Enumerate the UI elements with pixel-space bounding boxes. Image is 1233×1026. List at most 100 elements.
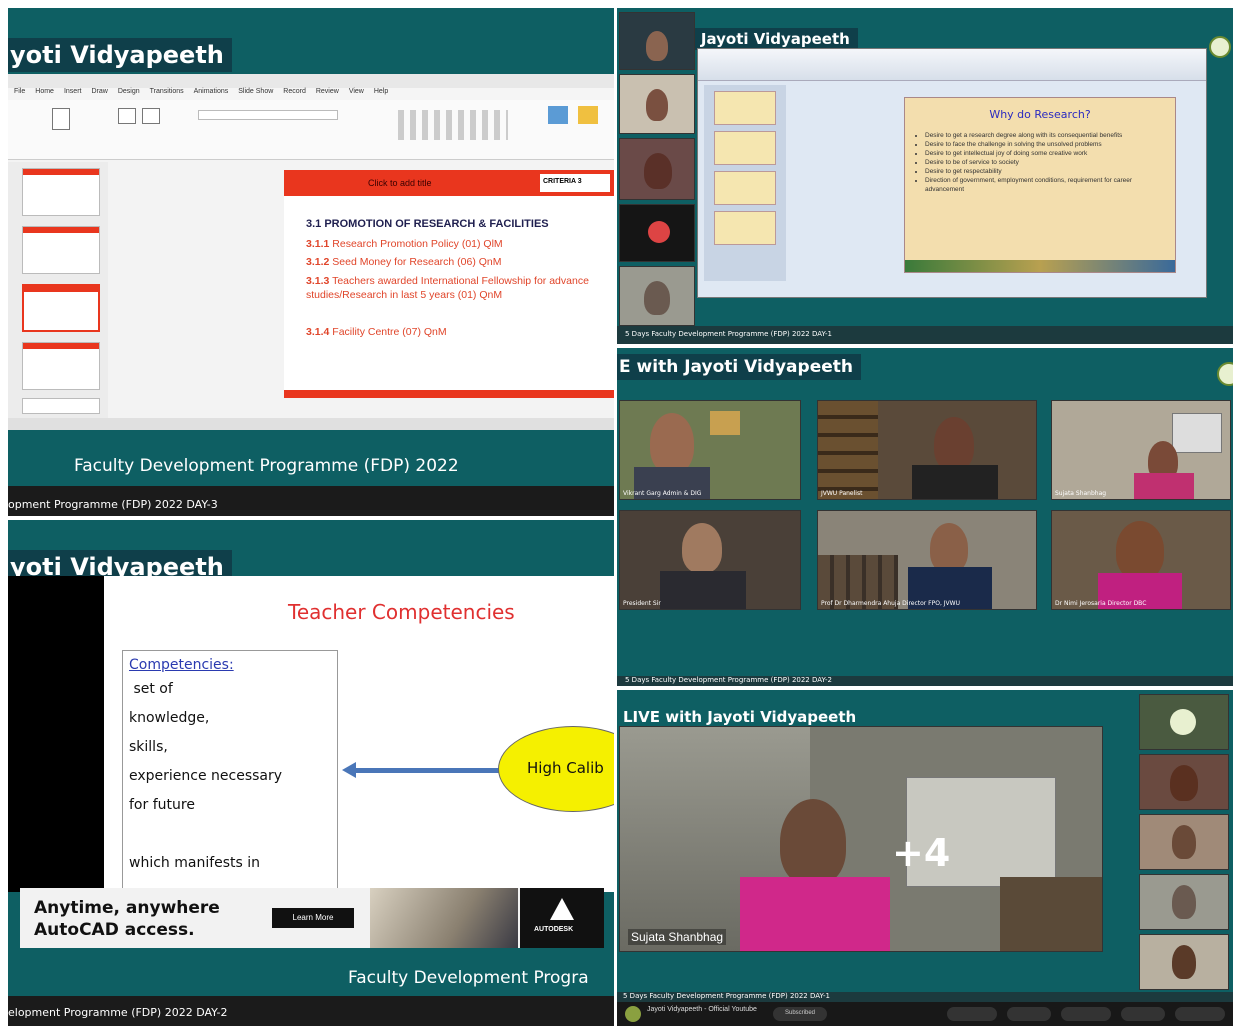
arrange-icon[interactable] bbox=[578, 106, 598, 124]
person-silhouette bbox=[930, 523, 968, 573]
stream-footer: 5 Days Faculty Development Programme (FD… bbox=[617, 676, 1233, 686]
clip-button[interactable] bbox=[1121, 1007, 1165, 1021]
slide-thumbnails bbox=[704, 85, 786, 281]
channel-avatar[interactable] bbox=[625, 1006, 641, 1022]
box-line: which manifests in bbox=[129, 855, 261, 871]
participant-video[interactable]: JVWU Panelist bbox=[817, 400, 1037, 500]
ppt-menu: File Home Insert Draw Design Transitions… bbox=[8, 88, 614, 100]
slide-item: 3.1.4 Facility Centre (07) QnM bbox=[306, 326, 614, 338]
share-button[interactable] bbox=[1007, 1007, 1051, 1021]
slide-black-left bbox=[8, 576, 104, 892]
paste-icon[interactable] bbox=[52, 108, 70, 130]
participant-video[interactable] bbox=[1139, 874, 1229, 930]
slide-thumbnail[interactable] bbox=[714, 91, 776, 125]
participant-name: Prof Dr Dharmendra Ahuja Director FPO, J… bbox=[821, 600, 960, 607]
menu-item[interactable]: Draw bbox=[91, 88, 107, 100]
save-button[interactable] bbox=[1175, 1007, 1225, 1021]
menu-item[interactable]: Home bbox=[35, 88, 54, 100]
menu-item[interactable]: Slide Show bbox=[238, 88, 273, 100]
slide-canvas: Click to add title CRITERIA 3 3.1 PROMOT… bbox=[284, 170, 614, 398]
box-line: for future bbox=[129, 797, 195, 813]
slide-thumbnail[interactable] bbox=[22, 398, 100, 414]
slide-thumbnail[interactable] bbox=[22, 342, 100, 390]
banner-title: LIVE with Jayoti Vidyapeeth bbox=[617, 706, 863, 728]
slide-thumbnail[interactable] bbox=[22, 168, 100, 216]
brand-label: AUTODESK bbox=[534, 926, 574, 933]
participant-video[interactable] bbox=[619, 12, 695, 70]
criteria-logo: CRITERIA 3 bbox=[540, 174, 610, 192]
participant-video[interactable]: President Sir bbox=[619, 510, 801, 610]
participant-video[interactable]: Sujata Shanbhag bbox=[1051, 400, 1231, 500]
item-text: Research Promotion Policy (01) QlM bbox=[332, 238, 503, 250]
participant-video[interactable] bbox=[619, 74, 695, 134]
reuse-slide-icon[interactable] bbox=[142, 108, 160, 124]
callout-bubble: High Calib bbox=[498, 726, 614, 812]
subscribe-button[interactable]: Subscribed bbox=[773, 1007, 827, 1021]
person-silhouette bbox=[646, 31, 668, 61]
wall-decor bbox=[710, 411, 740, 435]
slide-thumbnail[interactable] bbox=[714, 171, 776, 205]
menu-item[interactable]: Review bbox=[316, 88, 339, 100]
arrow-line bbox=[354, 768, 504, 773]
slide-thumbnail[interactable] bbox=[714, 131, 776, 165]
stream-footer: 5 Days Faculty Development Programme (FD… bbox=[617, 326, 1233, 344]
font-box[interactable] bbox=[198, 110, 338, 120]
participant-video[interactable] bbox=[619, 266, 695, 326]
participant-video[interactable]: Prof Dr Dharmendra Ahuja Director FPO, J… bbox=[817, 510, 1037, 610]
download-button[interactable] bbox=[1061, 1007, 1111, 1021]
logo-icon bbox=[1217, 362, 1233, 386]
person-body bbox=[660, 571, 746, 609]
paragraph-tools[interactable] bbox=[398, 110, 508, 140]
participant-video[interactable] bbox=[1139, 694, 1229, 750]
menu-item[interactable]: File bbox=[14, 88, 25, 100]
participant-video[interactable] bbox=[1139, 814, 1229, 870]
menu-item[interactable]: View bbox=[349, 88, 364, 100]
slide-thumbnail[interactable] bbox=[22, 226, 100, 274]
menu-item[interactable]: Help bbox=[374, 88, 388, 100]
item-number: 3.1.1 bbox=[306, 238, 330, 250]
caption: Faculty Development Programme (FDP) 2022 bbox=[74, 456, 459, 476]
menu-item[interactable]: Design bbox=[118, 88, 140, 100]
slide-thumbnail[interactable] bbox=[714, 211, 776, 245]
menu-item[interactable]: Animations bbox=[194, 88, 229, 100]
shapes-icon[interactable] bbox=[548, 106, 568, 124]
box-line: skills, bbox=[129, 739, 168, 755]
main-speaker-video[interactable]: +4 Sujata Shanbhag bbox=[619, 726, 1103, 952]
participant-video[interactable]: Dr Nimi Jerosaria Director DBC bbox=[1051, 510, 1231, 610]
person-silhouette bbox=[1170, 765, 1198, 801]
more-participants-count[interactable]: +4 bbox=[892, 831, 950, 875]
banner-title: n Jayoti Vidyapeeth bbox=[677, 28, 858, 50]
person-silhouette bbox=[1116, 521, 1164, 579]
bullet-item: Desire to face the challenge in solving … bbox=[925, 140, 1169, 149]
bullet-item: Desire to be of service to society bbox=[925, 158, 1169, 167]
box-line bbox=[129, 826, 337, 855]
slide-item: 3.1.1 Research Promotion Policy (01) QlM bbox=[306, 238, 614, 250]
slide-thumbnail-selected[interactable] bbox=[22, 284, 100, 332]
menu-item[interactable]: Insert bbox=[64, 88, 82, 100]
slide-heading: 3.1 PROMOTION OF RESEARCH & FACILITIES bbox=[306, 218, 549, 230]
slide-item: 3.1.3 Teachers awarded International Fel… bbox=[306, 274, 614, 302]
menu-item[interactable]: Record bbox=[283, 88, 306, 100]
participant-name: Vikrant Garg Admin & DIG bbox=[623, 490, 702, 497]
slide-header-bar[interactable]: Click to add title CRITERIA 3 bbox=[284, 170, 614, 196]
person-silhouette bbox=[1172, 885, 1196, 919]
banner-title: yoti Vidyapeeth bbox=[8, 38, 232, 72]
banner-title: E with Jayoti Vidyapeeth bbox=[617, 354, 861, 380]
participant-video[interactable] bbox=[619, 138, 695, 200]
person-body bbox=[912, 465, 998, 499]
box-heading: Competencies: bbox=[129, 657, 234, 673]
ad-banner[interactable]: Anytime, anywhere AutoCAD access. Learn … bbox=[20, 888, 604, 948]
participant-video[interactable]: Vikrant Garg Admin & DIG bbox=[619, 400, 801, 500]
participant-name: President Sir bbox=[623, 600, 661, 607]
new-slide-icon[interactable] bbox=[118, 108, 136, 124]
ad-learn-more-button[interactable]: Learn More bbox=[272, 908, 354, 928]
like-button[interactable] bbox=[947, 1007, 997, 1021]
participant-video[interactable] bbox=[619, 204, 695, 262]
participant-name: Sujata Shanbhag bbox=[1055, 490, 1107, 497]
bullet-list: Desire to get a research degree along wi… bbox=[925, 131, 1169, 194]
channel-name[interactable]: Jayoti Vidyapeeth - Official Youtube bbox=[647, 1006, 757, 1013]
item-number: 3.1.4 bbox=[306, 326, 330, 338]
participant-video[interactable] bbox=[1139, 934, 1229, 990]
menu-item[interactable]: Transitions bbox=[150, 88, 184, 100]
participant-video[interactable] bbox=[1139, 754, 1229, 810]
